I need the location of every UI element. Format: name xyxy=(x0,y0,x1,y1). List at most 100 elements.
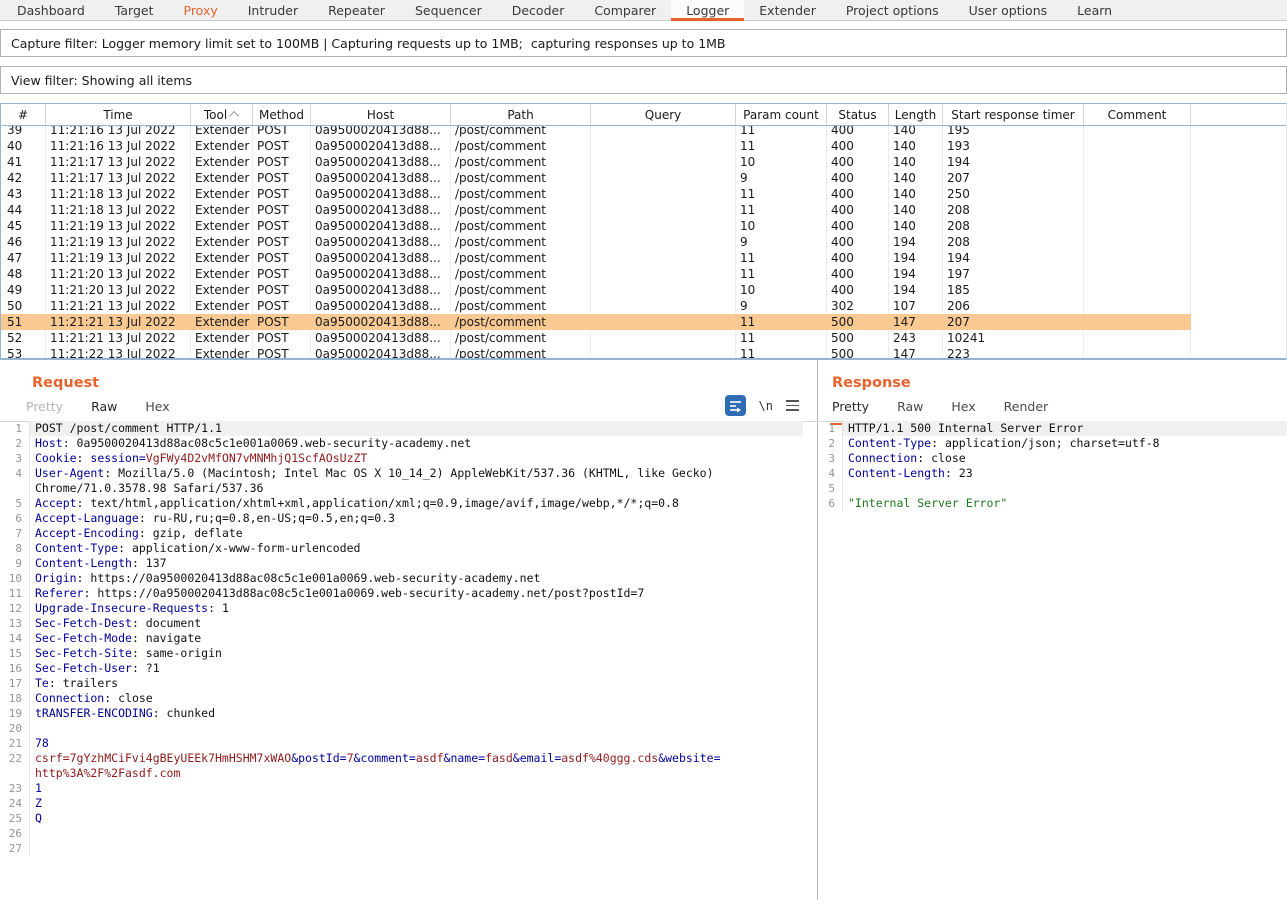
editor-line: 3Cookie: session=VgFWy4D2vMfON7vMNMhjQ1S… xyxy=(0,451,817,466)
cell-host: 0a9500020413d88... xyxy=(311,282,451,298)
menu-tab-intruder[interactable]: Intruder xyxy=(233,0,313,20)
capture-filter-bar[interactable]: Capture filter: Logger memory limit set … xyxy=(0,29,1287,57)
line-number: 6 xyxy=(819,496,843,511)
table-row[interactable]: 4711:21:19 13 Jul 2022ExtenderPOST0a9500… xyxy=(1,250,1191,266)
column-header-length[interactable]: Length xyxy=(889,104,943,125)
table-row[interactable]: 4911:21:20 13 Jul 2022ExtenderPOST0a9500… xyxy=(1,282,1191,298)
cell-length: 194 xyxy=(889,250,943,266)
editor-line: 231 xyxy=(0,781,817,796)
cell-time: 11:21:21 13 Jul 2022 xyxy=(46,330,191,346)
table-row[interactable]: 4011:21:16 13 Jul 2022ExtenderPOST0a9500… xyxy=(1,138,1191,154)
line-number: 21 xyxy=(0,736,30,751)
cell-params: 11 xyxy=(736,346,827,358)
cell-comment xyxy=(1084,282,1191,298)
cell-host: 0a9500020413d88... xyxy=(311,186,451,202)
capture-filter-text: Capture filter: Logger memory limit set … xyxy=(11,36,726,51)
column-header-tool[interactable]: Tool xyxy=(191,104,253,125)
table-row[interactable]: 4211:21:17 13 Jul 2022ExtenderPOST0a9500… xyxy=(1,170,1191,186)
menu-tab-learn[interactable]: Learn xyxy=(1062,0,1127,20)
view-filter-bar[interactable]: View filter: Showing all items xyxy=(0,66,1287,94)
table-row[interactable]: 4111:21:17 13 Jul 2022ExtenderPOST0a9500… xyxy=(1,154,1191,170)
column-header-label: Method xyxy=(259,108,304,122)
menu-tab-sequencer[interactable]: Sequencer xyxy=(400,0,497,20)
column-header--[interactable]: # xyxy=(1,104,46,125)
cell-comment xyxy=(1084,138,1191,154)
column-header-query[interactable]: Query xyxy=(591,104,736,125)
cell-time: 11:21:22 13 Jul 2022 xyxy=(46,346,191,358)
cell-length: 243 xyxy=(889,330,943,346)
column-header-label: Time xyxy=(103,108,132,122)
table-row[interactable]: 4611:21:19 13 Jul 2022ExtenderPOST0a9500… xyxy=(1,234,1191,250)
menu-tab-repeater[interactable]: Repeater xyxy=(313,0,400,20)
request-editor[interactable]: 1POST /post/comment HTTP/1.12Host: 0a950… xyxy=(0,421,817,900)
table-row[interactable]: 3911:21:16 13 Jul 2022ExtenderPOST0a9500… xyxy=(1,126,1191,138)
column-header-method[interactable]: Method xyxy=(253,104,311,125)
table-row[interactable]: 5311:21:22 13 Jul 2022ExtenderPOST0a9500… xyxy=(1,346,1191,358)
editor-line: 2Content-Type: application/json; charset… xyxy=(819,436,1287,451)
line-text: Z xyxy=(30,796,803,811)
cell-method: POST xyxy=(253,298,311,314)
cell-status: 500 xyxy=(827,314,889,330)
line-text: User-Agent: Mozilla/5.0 (Macintosh; Inte… xyxy=(30,466,803,481)
menu-tab-logger[interactable]: Logger xyxy=(671,0,744,20)
cell-status: 302 xyxy=(827,298,889,314)
wrap-lines-icon[interactable] xyxy=(725,395,746,416)
cell-method: POST xyxy=(253,314,311,330)
cell-method: POST xyxy=(253,126,311,138)
menu-tab-extender[interactable]: Extender xyxy=(744,0,831,20)
cell-path: /post/comment xyxy=(451,314,591,330)
menu-tab-decoder[interactable]: Decoder xyxy=(497,0,580,20)
table-row[interactable]: 4811:21:20 13 Jul 2022ExtenderPOST0a9500… xyxy=(1,266,1191,282)
line-text xyxy=(30,721,803,736)
table-row[interactable]: 4511:21:19 13 Jul 2022ExtenderPOST0a9500… xyxy=(1,218,1191,234)
column-header-host[interactable]: Host xyxy=(311,104,451,125)
cell-time: 11:21:21 13 Jul 2022 xyxy=(46,314,191,330)
column-header-path[interactable]: Path xyxy=(451,104,591,125)
column-header-param-count[interactable]: Param count xyxy=(736,104,827,125)
table-row[interactable]: 4311:21:18 13 Jul 2022ExtenderPOST0a9500… xyxy=(1,186,1191,202)
view-filter-text: View filter: Showing all items xyxy=(11,73,192,88)
line-number: 11 xyxy=(0,586,30,601)
editor-line: 5 xyxy=(819,481,1287,496)
cell-host: 0a9500020413d88... xyxy=(311,314,451,330)
menu-tab-comparer[interactable]: Comparer xyxy=(579,0,671,20)
editor-tab-hex[interactable]: Hex xyxy=(145,399,169,421)
line-number: 24 xyxy=(0,796,30,811)
response-editor[interactable]: 1HTTP/1.1 500 Internal Server Error2Cont… xyxy=(819,421,1287,900)
column-header-comment[interactable]: Comment xyxy=(1084,104,1191,125)
show-newlines-icon[interactable]: \n xyxy=(759,399,773,413)
cell-comment xyxy=(1084,202,1191,218)
cell-tool: Extender xyxy=(191,218,253,234)
menu-tab-proxy[interactable]: Proxy xyxy=(169,0,233,20)
table-row[interactable]: 5011:21:21 13 Jul 2022ExtenderPOST0a9500… xyxy=(1,298,1191,314)
editor-tab-raw[interactable]: Raw xyxy=(897,399,923,421)
cell-length: 107 xyxy=(889,298,943,314)
logger-table-header: #TimeToolMethodHostPathQueryParam countS… xyxy=(1,104,1286,126)
request-tab-row: \n Pretty Raw Hex xyxy=(0,399,817,422)
response-title: Response xyxy=(832,375,1287,391)
editor-tab-raw[interactable]: Raw xyxy=(91,399,117,421)
column-header-status[interactable]: Status xyxy=(827,104,889,125)
editor-line: 17Te: trailers xyxy=(0,676,817,691)
cell-method: POST xyxy=(253,266,311,282)
menu-tab-dashboard[interactable]: Dashboard xyxy=(2,0,100,20)
editor-tab-render[interactable]: Render xyxy=(1004,399,1049,421)
cell-host: 0a9500020413d88... xyxy=(311,330,451,346)
editor-menu-icon[interactable] xyxy=(786,400,799,411)
column-header-time[interactable]: Time xyxy=(46,104,191,125)
editor-tab-pretty[interactable]: Pretty xyxy=(832,399,869,421)
table-row[interactable]: 5111:21:21 13 Jul 2022ExtenderPOST0a9500… xyxy=(1,314,1191,330)
menu-tab-user-options[interactable]: User options xyxy=(954,0,1063,20)
editor-tab-pretty[interactable]: Pretty xyxy=(26,399,63,421)
editor-tab-hex[interactable]: Hex xyxy=(951,399,975,421)
line-number: 6 xyxy=(0,511,30,526)
menu-tab-target[interactable]: Target xyxy=(100,0,169,20)
cell-length: 140 xyxy=(889,138,943,154)
cell-host: 0a9500020413d88... xyxy=(311,298,451,314)
table-row[interactable]: 4411:21:18 13 Jul 2022ExtenderPOST0a9500… xyxy=(1,202,1191,218)
column-header-start-response-timer[interactable]: Start response timer xyxy=(943,104,1084,125)
menu-tab-project-options[interactable]: Project options xyxy=(831,0,954,20)
cell-timer: 208 xyxy=(943,202,1084,218)
table-row[interactable]: 5211:21:21 13 Jul 2022ExtenderPOST0a9500… xyxy=(1,330,1191,346)
line-number: 3 xyxy=(0,451,30,466)
